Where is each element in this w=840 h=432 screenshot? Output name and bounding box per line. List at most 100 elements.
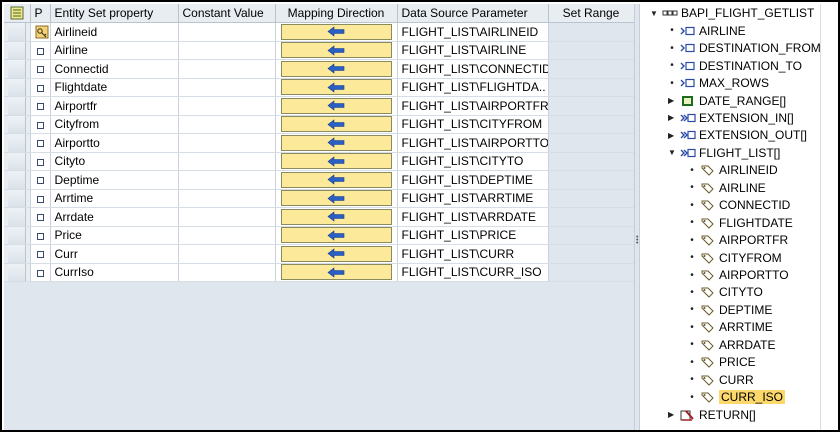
constant-cell[interactable] — [178, 59, 276, 79]
checkbox-icon[interactable] — [36, 251, 44, 259]
table-row[interactable]: Airportfr FLIGHT_LIST\AIRPORTFR — [4, 96, 635, 116]
tree-node-field[interactable]: • AIRLINEID — [640, 162, 838, 180]
table-row[interactable]: Airlineid FLIGHT_LIST\AIRLINEID — [4, 22, 635, 42]
table-row[interactable]: Curr FLIGHT_LIST\CURR — [4, 244, 635, 264]
table-row[interactable]: Airportto FLIGHT_LIST\AIRPORTTO — [4, 133, 635, 153]
row-selector[interactable] — [4, 207, 31, 227]
checkbox-icon[interactable] — [36, 140, 44, 148]
table-row[interactable]: Arrtime FLIGHT_LIST\ARRTIME — [4, 189, 635, 208]
tree-node-field[interactable]: • CITYTO — [640, 284, 838, 302]
source-cell[interactable]: FLIGHT_LIST\ARRDATE — [397, 207, 549, 227]
mapping-cell[interactable] — [275, 170, 398, 190]
source-cell[interactable]: FLIGHT_LIST\AIRLINEID — [397, 22, 549, 42]
mapping-cell[interactable] — [275, 152, 398, 171]
tree-node-field[interactable]: • CURR — [640, 371, 838, 389]
column-header-property[interactable]: Entity Set property — [50, 4, 179, 23]
mapping-direction-button[interactable] — [280, 208, 392, 225]
mapping-direction-button[interactable] — [280, 116, 392, 133]
expanded-triangle-icon[interactable]: ▼ — [668, 148, 676, 157]
select-all-button[interactable] — [4, 4, 31, 23]
constant-cell[interactable] — [178, 244, 276, 264]
row-selector[interactable] — [4, 59, 31, 79]
collapsed-triangle-icon[interactable]: ▶ — [668, 113, 676, 122]
mapping-cell[interactable] — [275, 59, 398, 79]
mapping-direction-button[interactable] — [280, 42, 392, 59]
row-selector[interactable] — [4, 244, 31, 264]
mapping-cell[interactable] — [275, 189, 398, 208]
p-cell[interactable] — [30, 170, 51, 190]
source-cell[interactable]: FLIGHT_LIST\CITYTO — [397, 152, 549, 171]
mapping-direction-button[interactable] — [280, 97, 392, 114]
row-selector[interactable] — [4, 41, 31, 60]
mapping-direction-button[interactable] — [280, 23, 392, 40]
p-cell[interactable] — [30, 244, 51, 264]
property-cell[interactable]: Price — [50, 226, 179, 245]
row-selector[interactable] — [4, 133, 31, 153]
range-cell[interactable] — [548, 22, 635, 42]
mapping-direction-button[interactable] — [280, 190, 392, 207]
tree-node-field[interactable]: • PRICE — [640, 354, 838, 372]
constant-cell[interactable] — [178, 207, 276, 227]
p-cell[interactable] — [30, 115, 51, 134]
constant-cell[interactable] — [178, 170, 276, 190]
range-cell[interactable] — [548, 263, 635, 282]
constant-cell[interactable] — [178, 133, 276, 153]
mapping-cell[interactable] — [275, 78, 398, 97]
row-selector[interactable] — [4, 115, 31, 134]
range-cell[interactable] — [548, 96, 635, 116]
p-cell[interactable] — [30, 59, 51, 79]
range-cell[interactable] — [548, 189, 635, 208]
source-cell[interactable]: FLIGHT_LIST\AIRPORTFR — [397, 96, 549, 116]
mapping-direction-button[interactable] — [280, 264, 392, 281]
source-cell[interactable]: FLIGHT_LIST\AIRLINE — [397, 41, 549, 60]
constant-cell[interactable] — [178, 96, 276, 116]
range-cell[interactable] — [548, 133, 635, 153]
table-row[interactable]: Arrdate FLIGHT_LIST\ARRDATE — [4, 207, 635, 227]
tree-node-field[interactable]: • AIRPORTFR — [640, 231, 838, 249]
range-cell[interactable] — [548, 59, 635, 79]
column-header-mapping[interactable]: Mapping Direction — [275, 4, 398, 23]
p-cell[interactable] — [30, 189, 51, 208]
p-cell[interactable] — [30, 22, 51, 42]
mapping-direction-button[interactable] — [280, 79, 392, 96]
constant-cell[interactable] — [178, 115, 276, 134]
constant-cell[interactable] — [178, 263, 276, 282]
mapping-cell[interactable] — [275, 133, 398, 153]
range-cell[interactable] — [548, 41, 635, 60]
property-cell[interactable]: Curr — [50, 244, 179, 264]
constant-cell[interactable] — [178, 41, 276, 60]
tree-node-param[interactable]: ▶ EXTENSION_OUT[] — [640, 127, 838, 145]
mapping-cell[interactable] — [275, 263, 398, 282]
tree-node-field[interactable]: • FLIGHTDATE — [640, 214, 838, 232]
mapping-cell[interactable] — [275, 22, 398, 42]
table-row[interactable]: CurrIso FLIGHT_LIST\CURR_ISO — [4, 263, 635, 282]
column-header-constant[interactable]: Constant Value — [178, 4, 276, 23]
checkbox-icon[interactable] — [36, 103, 44, 111]
row-selector[interactable] — [4, 189, 31, 208]
collapsed-triangle-icon[interactable]: ▶ — [668, 131, 676, 140]
constant-cell[interactable] — [178, 152, 276, 171]
mapping-cell[interactable] — [275, 226, 398, 245]
column-header-p[interactable]: P — [30, 4, 51, 23]
mapping-cell[interactable] — [275, 244, 398, 264]
range-cell[interactable] — [548, 207, 635, 227]
checkbox-icon[interactable] — [36, 177, 44, 185]
mapping-direction-button[interactable] — [280, 153, 392, 170]
p-cell[interactable] — [30, 152, 51, 171]
source-cell[interactable]: FLIGHT_LIST\DEPTIME — [397, 170, 549, 190]
p-cell[interactable] — [30, 207, 51, 227]
table-row[interactable]: Cityfrom FLIGHT_LIST\CITYFROM — [4, 115, 635, 134]
checkbox-icon[interactable] — [36, 158, 44, 166]
table-row[interactable]: Price FLIGHT_LIST\PRICE — [4, 226, 635, 245]
tree-node-param[interactable]: ▶ EXTENSION_IN[] — [640, 109, 838, 127]
column-header-range[interactable]: Set Range — [548, 4, 635, 23]
checkbox-icon[interactable] — [36, 47, 44, 55]
property-cell[interactable]: Deptime — [50, 170, 179, 190]
property-cell[interactable]: Arrtime — [50, 189, 179, 208]
range-cell[interactable] — [548, 115, 635, 134]
source-cell[interactable]: FLIGHT_LIST\ARRTIME — [397, 189, 549, 208]
collapsed-triangle-icon[interactable]: ▶ — [668, 96, 676, 105]
row-selector[interactable] — [4, 22, 31, 42]
property-cell[interactable]: Airportfr — [50, 96, 179, 116]
tree-node-param[interactable]: ▶ DATE_RANGE[] — [640, 92, 838, 110]
